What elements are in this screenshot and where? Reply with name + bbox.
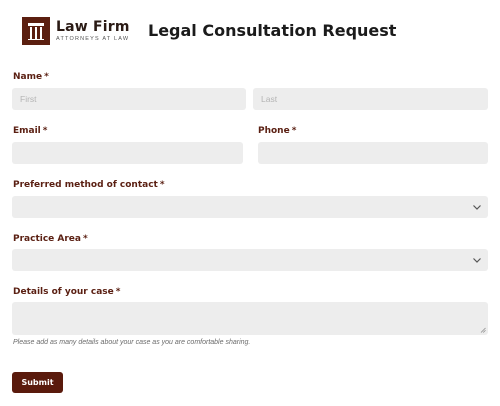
phone-field[interactable] xyxy=(258,142,488,164)
chevron-down-icon xyxy=(473,258,481,263)
logo-name: Law Firm xyxy=(56,18,130,35)
required-marker: * xyxy=(42,126,48,136)
required-marker: * xyxy=(291,126,297,136)
phone-label: Phone * xyxy=(258,126,297,136)
required-marker: * xyxy=(44,72,49,82)
phone-input[interactable] xyxy=(258,142,488,164)
email-field[interactable] xyxy=(12,142,243,164)
details-hint: Please add as many details about your ca… xyxy=(13,339,251,346)
details-textarea[interactable] xyxy=(12,302,488,335)
law-pillar-logo-icon xyxy=(22,17,50,45)
submit-button[interactable]: Submit xyxy=(12,372,63,393)
logo-tagline: ATTORNEYS AT LAW xyxy=(56,35,130,42)
email-label: Email * xyxy=(13,126,48,136)
practice-area-select[interactable] xyxy=(12,249,488,271)
contact-method-label: Preferred method of contact * xyxy=(13,180,165,190)
details-label: Details of your case * xyxy=(13,287,121,297)
name-label: Name * xyxy=(13,72,49,82)
resize-grip-icon[interactable] xyxy=(480,327,486,333)
required-marker: * xyxy=(159,180,165,190)
first-name-input[interactable] xyxy=(12,88,246,110)
page-title: Legal Consultation Request xyxy=(148,21,397,40)
required-marker: * xyxy=(115,287,121,297)
first-name-field[interactable] xyxy=(12,88,246,110)
required-marker: * xyxy=(82,234,88,244)
contact-method-select[interactable] xyxy=(12,196,488,218)
practice-area-label: Practice Area * xyxy=(13,234,88,244)
last-name-field[interactable] xyxy=(253,88,488,110)
last-name-input[interactable] xyxy=(253,88,488,110)
logo: Law Firm ATTORNEYS AT LAW xyxy=(22,17,130,45)
chevron-down-icon xyxy=(473,205,481,210)
email-input[interactable] xyxy=(12,142,243,164)
